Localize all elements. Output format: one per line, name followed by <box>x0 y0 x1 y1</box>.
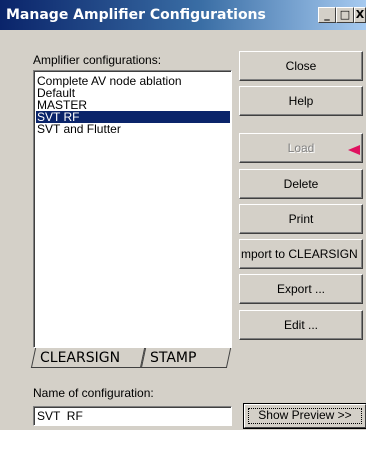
delete-button[interactable]: Delete <box>239 169 363 199</box>
show-preview-button[interactable]: Show Preview >> <box>244 404 366 428</box>
arrow-left-icon <box>348 145 360 155</box>
tab-stamp[interactable]: STAMP <box>140 348 232 368</box>
list-item[interactable]: SVT and Flutter <box>36 123 230 135</box>
window-title: Manage Amplifier Configurations <box>6 7 266 23</box>
close-button[interactable]: Close <box>239 51 363 81</box>
edit-button[interactable]: Edit ... <box>239 310 363 340</box>
config-tabs: CLEARSIGN STAMP <box>30 348 253 370</box>
configurations-list[interactable]: Complete AV node ablation Default MASTER… <box>33 70 232 348</box>
tab-clearsign-label: CLEARSIGN <box>40 350 121 366</box>
load-button[interactable]: Load <box>239 133 363 163</box>
tab-stamp-label: STAMP <box>150 350 197 366</box>
title-bar[interactable]: Manage Amplifier Configurations _ □ X <box>0 0 366 30</box>
background-strip <box>0 430 366 456</box>
export-button[interactable]: Export ... <box>239 274 363 304</box>
name-of-configuration-label: Name of configuration: <box>33 386 154 400</box>
maximize-button[interactable]: □ <box>336 7 354 23</box>
print-button[interactable]: Print <box>239 204 363 234</box>
manage-amplifier-configurations-dialog: Manage Amplifier Configurations _ □ X Am… <box>0 0 366 430</box>
configuration-name-input[interactable] <box>33 406 232 426</box>
tab-clearsign[interactable]: CLEARSIGN <box>30 348 146 368</box>
focus-ring <box>248 408 362 424</box>
import-to-clearsign-button[interactable]: mport to CLEARSIGN ... <box>239 239 363 269</box>
minimize-button[interactable]: _ <box>318 7 336 23</box>
close-window-button[interactable]: X <box>354 7 366 23</box>
configurations-label: Amplifier configurations: <box>33 53 162 67</box>
help-button[interactable]: Help <box>239 86 363 116</box>
